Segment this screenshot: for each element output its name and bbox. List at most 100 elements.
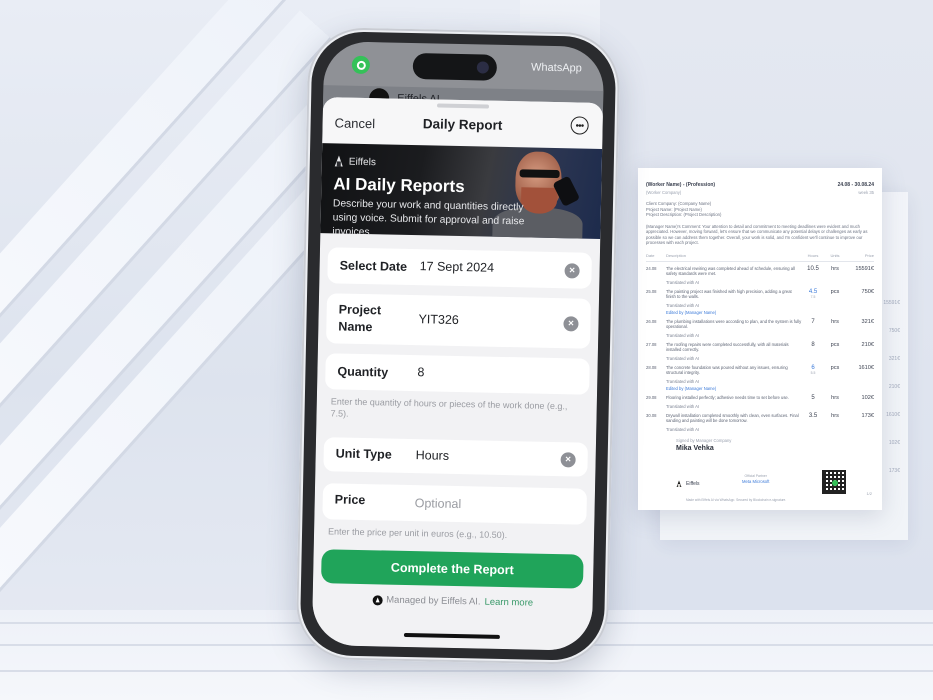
- doc-made-with: Made with Eiffels AI via WhatsApp. Secur…: [686, 498, 787, 502]
- unit-type-field[interactable]: Unit Type Hours ×: [323, 437, 589, 477]
- quantity-hint: Enter the quantity of hours or pieces of…: [330, 396, 568, 419]
- dynamic-island: [412, 52, 498, 81]
- row-description: The roofing repairs were completed succe…: [666, 338, 802, 361]
- row-price: 15591€: [855, 265, 874, 272]
- field-label: Project Name: [338, 302, 382, 335]
- row-quantity: 6 5.5: [802, 361, 824, 391]
- doc-table-row: 25.08 The painting project was finished w…: [646, 285, 874, 315]
- doc-page-number: 1/2: [866, 491, 872, 496]
- hero-subtitle: Describe your work and quantities direct…: [332, 198, 525, 239]
- quantity-field[interactable]: Quantity 8: [325, 353, 590, 395]
- back-page-price: 321€: [888, 356, 900, 362]
- back-to-app-label[interactable]: WhatsApp: [531, 61, 582, 74]
- translated-note: Translated with AI: [666, 378, 700, 384]
- row-quantity: 3.5: [808, 412, 818, 419]
- row-unit: hrs: [831, 265, 839, 272]
- row-quantity: 7: [811, 318, 815, 325]
- row-description: Drywall installation completed smoothly …: [666, 409, 802, 432]
- translated-note: Translated with AI: [666, 302, 700, 308]
- complete-report-button[interactable]: Complete the Report: [321, 549, 584, 589]
- col-date: Date: [646, 252, 666, 262]
- col-hours: Hours: [802, 252, 824, 262]
- eiffels-logo-icon: [372, 594, 383, 605]
- row-unit: hrs: [831, 318, 839, 325]
- back-page-price: 102€: [888, 440, 900, 446]
- row-unit: hrs: [831, 412, 839, 419]
- home-indicator[interactable]: [403, 632, 500, 639]
- row-date: 24.08: [646, 265, 657, 271]
- doc-table-row: 30.08 Drywall installation completed smoo…: [646, 409, 874, 432]
- sheet-grabber[interactable]: [436, 103, 490, 109]
- row-description: The electrical rewiring was completed ah…: [666, 261, 802, 285]
- doc-work-table: Date Description Hours Units Price 24.08…: [646, 252, 874, 432]
- row-price: 102€: [861, 394, 874, 401]
- row-quantity: 8: [811, 341, 815, 348]
- back-page-price: 173€: [888, 468, 900, 474]
- qr-code: [822, 470, 846, 494]
- doc-table-row: 26.08 The plumbing installations were acc…: [646, 315, 874, 338]
- select-date-field[interactable]: Select Date 17 Sept 2024 ×: [327, 247, 592, 289]
- doc-table-row: 27.08 The roofing repairs were completed …: [646, 338, 874, 361]
- row-original-quantity: 7.5: [810, 294, 816, 299]
- clear-icon[interactable]: ×: [564, 263, 580, 279]
- sheet-nav-bar: Cancel Daily Report •••: [322, 97, 604, 149]
- quantity-value: 8: [417, 365, 425, 380]
- translated-note: Translated with AI: [666, 426, 700, 432]
- project-name-field[interactable]: Project Name YIT326 ×: [326, 293, 592, 349]
- report-document: (Worker Name) - (Profession) (Worker Com…: [638, 168, 882, 510]
- unit-type-value: Hours: [415, 448, 450, 463]
- doc-project-description: Project Description: (Project Descriptio…: [646, 212, 722, 217]
- row-date: 29.08: [646, 394, 657, 400]
- doc-partners: Official Partner Meta Microsoft: [742, 474, 770, 484]
- price-field[interactable]: Price Optional: [322, 483, 588, 525]
- row-unit: pcs: [830, 288, 840, 295]
- doc-table-row: 24.08 The electrical rewiring was complet…: [646, 261, 874, 285]
- back-page-price: 750€: [888, 328, 900, 334]
- row-quantity: 4.5 7.5: [802, 285, 824, 315]
- row-date: 26.08: [646, 318, 657, 324]
- date-value: 17 Sept 2024: [419, 259, 495, 275]
- row-price: 750€: [861, 288, 874, 295]
- col-description: Description: [666, 252, 802, 262]
- managed-text: Managed by Eiffels AI.: [386, 594, 481, 608]
- row-unit: pcs: [830, 364, 840, 371]
- phone-device: WhatsApp Eiffels AI Cancel Daily Report …: [295, 26, 621, 666]
- managed-by-footer: Managed by Eiffels AI. Learn more: [313, 593, 593, 610]
- doc-table-row: 28.08 The concrete foundation was poured …: [646, 361, 874, 391]
- page-title: Daily Report: [422, 116, 503, 133]
- report-form: Select Date 17 Sept 2024 × Project Name …: [320, 247, 600, 609]
- hero-title: AI Daily Reports: [333, 174, 465, 197]
- doc-signer-name: Mika Vehka: [676, 444, 714, 452]
- row-date: 25.08: [646, 288, 657, 294]
- row-description: The plumbing installations were accordin…: [666, 318, 802, 338]
- phone-screen: WhatsApp Eiffels AI Cancel Daily Report …: [311, 41, 605, 651]
- field-label: Quantity: [337, 364, 389, 380]
- field-label: Select Date: [339, 258, 408, 274]
- doc-date-range: 24.08 - 30.08.24: [837, 182, 874, 188]
- row-unit: pcs: [830, 341, 840, 348]
- field-label: Price: [334, 492, 366, 508]
- col-price: Price: [846, 252, 874, 262]
- row-date: 27.08: [646, 341, 657, 347]
- learn-more-link[interactable]: Learn more: [484, 597, 533, 609]
- doc-table-row: 29.08 Flooring installed perfectly; adhes…: [646, 391, 874, 409]
- price-hint: Enter the price per unit in euros (e.g.,…: [327, 526, 508, 541]
- eiffel-tower-icon: [334, 155, 344, 167]
- back-page-price: 1610€: [886, 412, 900, 418]
- row-date: 30.08: [646, 412, 657, 418]
- doc-signed-by: Signed by Manager Company: [676, 437, 732, 443]
- row-price: 173€: [861, 412, 874, 419]
- doc-eiffels-logo: Eiffels: [674, 478, 700, 490]
- doc-week: week 35: [858, 190, 874, 195]
- eiffel-tower-icon: [676, 480, 682, 488]
- row-description: The painting project was finished with h…: [666, 285, 802, 315]
- row-price: 210€: [861, 341, 874, 348]
- row-description: The concrete foundation was poured witho…: [666, 361, 802, 391]
- field-label: Unit Type: [335, 446, 392, 462]
- price-input[interactable]: Optional: [415, 496, 462, 511]
- hero-banner: Eiffels AI Daily Reports Describe your w…: [320, 143, 603, 239]
- back-page-price: 15591€: [883, 300, 900, 306]
- clear-icon[interactable]: ×: [560, 452, 576, 468]
- clear-icon[interactable]: ×: [563, 316, 579, 332]
- row-unit: hrs: [831, 394, 839, 401]
